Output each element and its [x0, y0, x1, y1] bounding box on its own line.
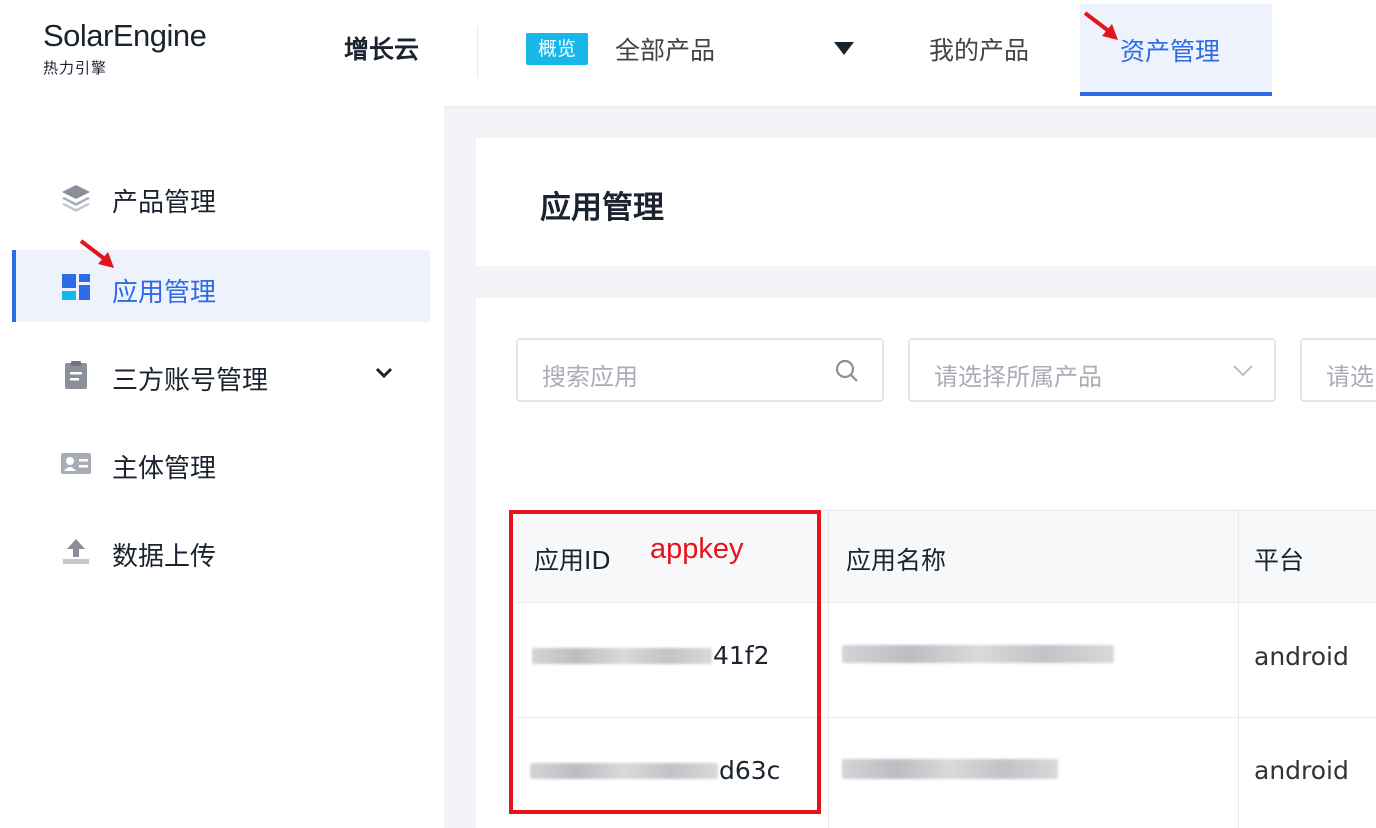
column-divider: [1238, 511, 1239, 828]
overview-badge: 概览: [526, 33, 588, 65]
sidebar-item-label: 三方账号管理: [112, 366, 269, 396]
top-navigation-bar: SolarEngine 热力引擎 增长云 概览 全部产品 我的产品 资产管理: [0, 0, 1376, 106]
appkey-annotation: appkey: [650, 533, 744, 565]
arrow-annotation-icon: [1083, 11, 1118, 40]
search-input[interactable]: 搜索应用: [516, 338, 884, 402]
sidebar-item-app-management[interactable]: 应用管理: [12, 250, 430, 322]
sidebar: 产品管理 应用管理 三方账号管理 主体管理 数据上传: [0, 106, 444, 828]
sidebar-item-entity-management[interactable]: 主体管理: [12, 426, 430, 498]
column-header-platform: 平台: [1254, 546, 1305, 575]
product-select-placeholder: 请选择所属产品: [934, 363, 1102, 391]
nav-growth-cloud[interactable]: 增长云: [344, 30, 419, 66]
sidebar-item-label: 产品管理: [112, 188, 217, 218]
platform-select[interactable]: 请选: [1300, 338, 1376, 402]
sidebar-item-label: 主体管理: [112, 454, 217, 484]
sidebar-item-label: 数据上传: [112, 542, 217, 572]
page-header: 应用管理: [476, 138, 1376, 266]
nav-divider: [477, 26, 478, 78]
product-select[interactable]: 请选择所属产品: [908, 338, 1276, 402]
page-title: 应用管理: [540, 190, 664, 226]
sidebar-item-data-upload[interactable]: 数据上传: [12, 514, 430, 586]
app-grid-icon: [62, 274, 90, 300]
platform-select-placeholder: 请选: [1326, 363, 1374, 391]
sidebar-item-product-management[interactable]: 产品管理: [12, 160, 430, 232]
sidebar-item-label: 应用管理: [112, 278, 217, 308]
column-divider: [828, 511, 829, 828]
arrow-annotation-icon: [79, 239, 114, 268]
logo-subtitle: 热力引擎: [43, 59, 108, 77]
redacted-app-name: [842, 645, 1114, 663]
redacted-app-name: [842, 759, 1058, 779]
nav-asset-management-label: 资产管理: [1120, 37, 1221, 66]
chevron-down-icon: [1233, 365, 1253, 377]
search-icon[interactable]: [834, 358, 860, 384]
platform-value: android: [1254, 642, 1349, 671]
solarengine-logo[interactable]: SolarEngine 热力引擎: [43, 18, 207, 78]
nav-my-products[interactable]: 我的产品: [929, 31, 1029, 67]
search-placeholder: 搜索应用: [542, 363, 638, 391]
id-card-icon: [61, 453, 91, 474]
caret-down-icon[interactable]: [834, 42, 854, 55]
platform-value: android: [1254, 756, 1349, 785]
clipboard-icon: [65, 361, 87, 389]
chevron-down-icon[interactable]: [374, 366, 394, 380]
sidebar-item-third-party-accounts[interactable]: 三方账号管理: [12, 338, 430, 410]
column-header-app-name: 应用名称: [846, 546, 947, 575]
layers-icon: [62, 185, 90, 212]
upload-icon: [63, 539, 89, 564]
logo-wordmark: SolarEngine: [43, 18, 207, 53]
all-products-dropdown[interactable]: 全部产品: [615, 31, 715, 67]
